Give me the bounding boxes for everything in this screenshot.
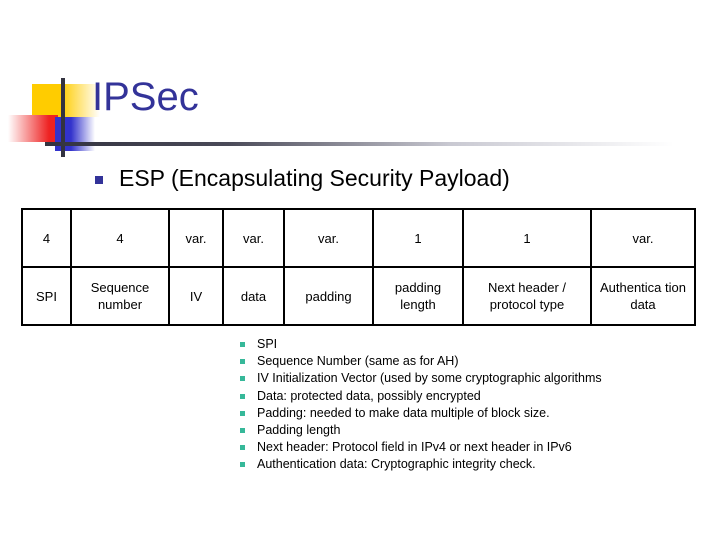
list-item: IV Initialization Vector (used by some c… — [240, 370, 602, 387]
table-cell-size: var. — [222, 208, 285, 268]
table-cell-name: SPI — [21, 266, 72, 326]
list-item: SPI — [240, 336, 602, 353]
decoration-vertical-line — [61, 78, 65, 157]
page-title: IPSec — [92, 75, 199, 119]
table-cell-size: 1 — [462, 208, 592, 268]
list-item: Data: protected data, possibly encrypted — [240, 388, 602, 405]
decoration-red-block — [8, 115, 58, 142]
table-cell-size: 1 — [372, 208, 464, 268]
table-cell-name: padding — [283, 266, 374, 326]
table-row-field-sizes: 4 4 var. var. var. 1 1 var. — [21, 208, 696, 268]
list-item: Padding length — [240, 422, 602, 439]
square-bullet-icon — [240, 393, 245, 399]
list-item: Sequence Number (same as for AH) — [240, 353, 602, 370]
list-item-label: Data: protected data, possibly encrypted — [257, 388, 481, 403]
list-item-label: Next header: Protocol field in IPv4 or n… — [257, 440, 572, 455]
square-bullet-icon — [240, 462, 245, 468]
table-cell-size: 4 — [21, 208, 72, 268]
table-cell-size: 4 — [70, 208, 170, 268]
table-cell-name: IV — [168, 266, 224, 326]
table-cell-size: var. — [168, 208, 224, 268]
decoration-yellow-block — [32, 84, 100, 117]
table-cell-name: padding length — [372, 266, 464, 326]
square-bullet-icon — [240, 342, 245, 347]
table-cell-size: var. — [590, 208, 696, 268]
decoration-blue-block — [55, 117, 95, 151]
square-bullet-icon — [240, 410, 245, 416]
list-item: Padding: needed to make data multiple of… — [240, 405, 602, 422]
table-cell-name: Next header / protocol type — [462, 266, 592, 326]
list-item: Authentication data: Cryptographic integ… — [240, 456, 602, 473]
table-cell-name: data — [222, 266, 285, 326]
list-item-label: Sequence Number (same as for AH) — [257, 354, 459, 369]
square-bullet-icon — [240, 376, 245, 382]
square-bullet-icon — [240, 428, 245, 434]
table-cell-name: Sequence number — [70, 266, 170, 326]
table-cell-size: var. — [283, 208, 374, 268]
list-item-label: Padding length — [257, 423, 341, 438]
list-item: Next header: Protocol field in IPv4 or n… — [240, 439, 602, 456]
esp-packet-table: 4 4 var. var. var. 1 1 var. SPI Sequence… — [21, 208, 696, 326]
esp-heading-label: ESP (Encapsulating Security Payload) — [119, 165, 510, 191]
decoration-horizontal-rule — [45, 142, 700, 146]
list-item-label: Authentication data: Cryptographic integ… — [257, 457, 536, 472]
table-cell-name: Authentica tion data — [590, 266, 696, 326]
list-item-label: IV Initialization Vector (used by some c… — [257, 371, 602, 386]
slide-canvas: IPSec ESP (Encapsulating Security Payloa… — [0, 0, 720, 540]
list-item-label: SPI — [257, 337, 278, 351]
esp-heading: ESP (Encapsulating Security Payload) — [95, 165, 510, 191]
square-bullet-icon — [240, 445, 245, 451]
square-bullet-icon — [240, 359, 245, 365]
table-row-field-names: SPI Sequence number IV data padding padd… — [21, 266, 696, 326]
field-description-list: SPI Sequence Number (same as for AH) IV … — [240, 336, 602, 474]
square-bullet-icon — [95, 176, 103, 184]
list-item-label: Padding: needed to make data multiple of… — [257, 405, 550, 420]
